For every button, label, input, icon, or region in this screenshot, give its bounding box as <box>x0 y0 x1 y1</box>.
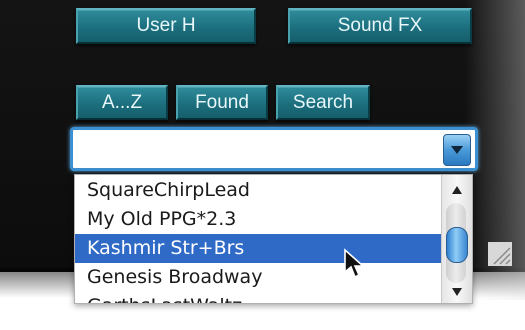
list-item[interactable]: GarthsLastWaltz <box>75 292 441 303</box>
tab-a-z[interactable]: A...Z <box>76 85 168 120</box>
list-item[interactable]: Genesis Broadway <box>75 263 441 292</box>
list-items: SquareChirpLead My Old PPG*2.3 Kashmir S… <box>75 176 441 303</box>
scroll-thumb[interactable] <box>446 227 468 263</box>
patch-list[interactable]: SquareChirpLead My Old PPG*2.3 Kashmir S… <box>74 174 473 304</box>
list-item[interactable]: SquareChirpLead <box>75 176 441 205</box>
patch-combobox[interactable] <box>70 127 478 171</box>
vertical-scrollbar[interactable] <box>441 175 472 303</box>
tab-search[interactable]: Search <box>276 85 370 120</box>
list-item[interactable]: My Old PPG*2.3 <box>75 205 441 234</box>
list-item-selected[interactable]: Kashmir Str+Brs <box>75 234 441 263</box>
arrow-down-icon[interactable] <box>442 281 472 303</box>
resize-grip-icon[interactable] <box>488 242 512 266</box>
sound-fx-button[interactable]: Sound FX <box>288 8 472 44</box>
mouse-pointer-icon <box>343 248 367 280</box>
user-button[interactable]: User H <box>76 8 256 44</box>
tab-found[interactable]: Found <box>176 85 268 120</box>
arrow-up-icon[interactable] <box>442 179 472 201</box>
chevron-down-icon[interactable] <box>443 134 471 166</box>
